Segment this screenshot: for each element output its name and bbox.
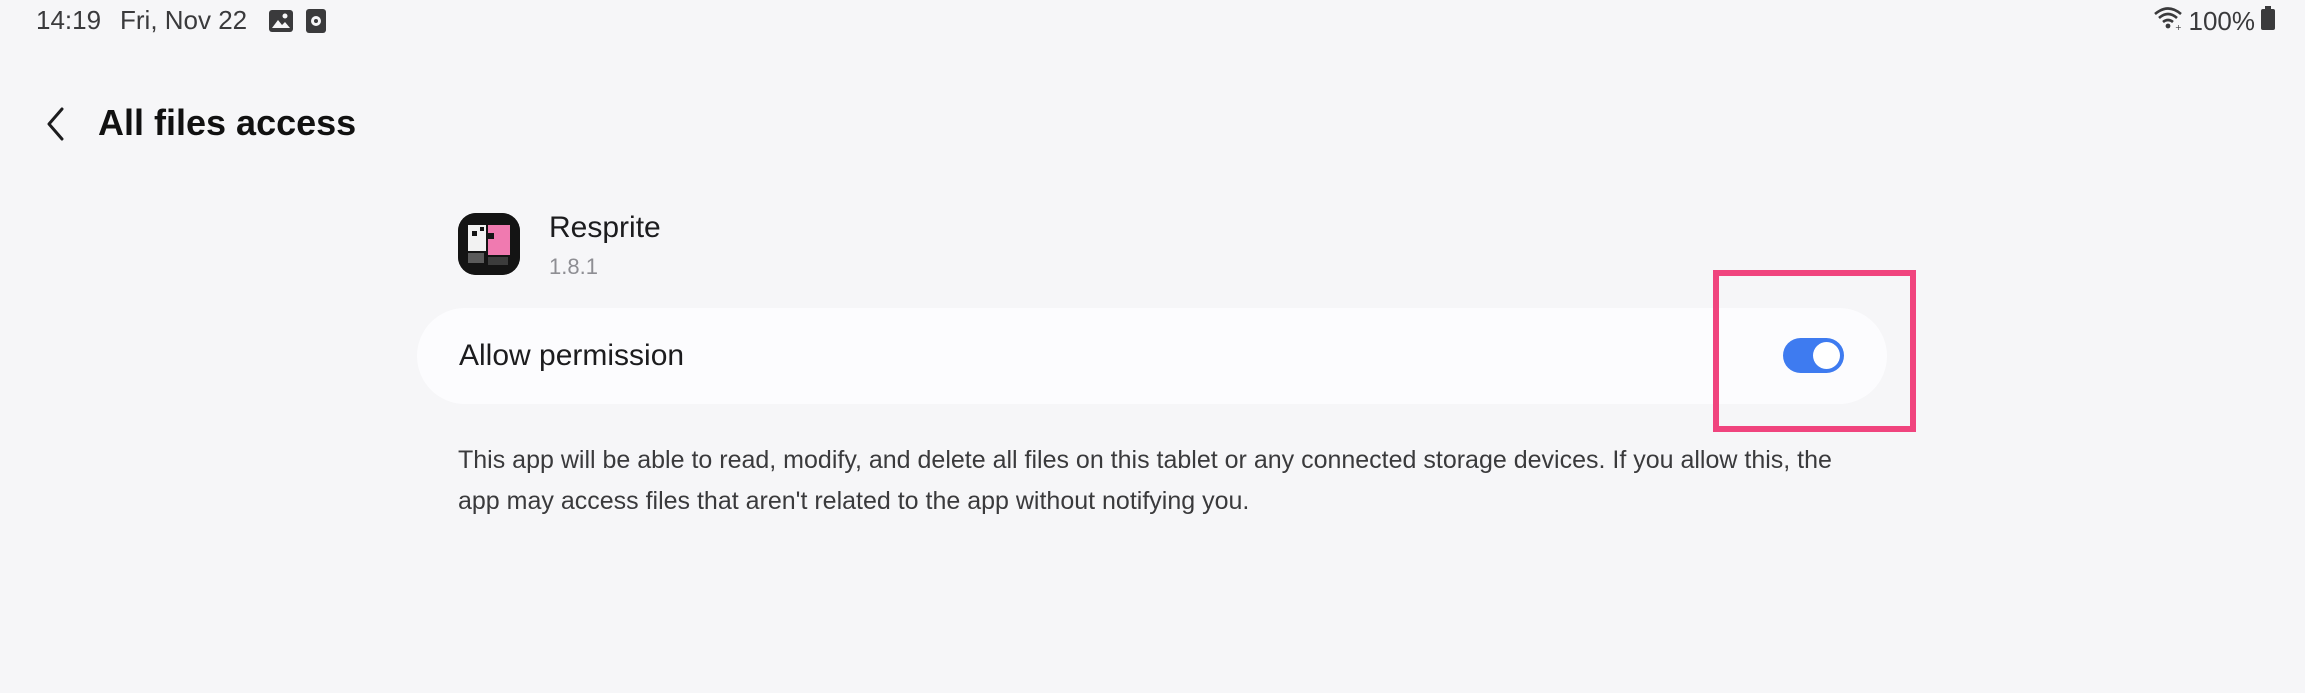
- resprite-app-icon: [458, 213, 520, 275]
- page-title: All files access: [98, 102, 357, 143]
- status-right: + 100%: [2153, 5, 2275, 38]
- status-date: Fri, Nov 22: [120, 5, 248, 35]
- status-bar: 14:19 Fri, Nov 22 + 100%: [0, 0, 2305, 44]
- svg-text:+: +: [2175, 23, 2182, 31]
- battery-icon: [2261, 6, 2275, 37]
- toggle-knob: [1813, 342, 1840, 369]
- image-icon: [268, 8, 294, 34]
- app-version: 1.8.1: [549, 254, 598, 279]
- battery-text: 100%: [2188, 6, 2256, 36]
- back-button[interactable]: [30, 100, 82, 152]
- app-name: Resprite: [549, 211, 661, 244]
- allow-permission-row[interactable]: Allow permission: [417, 308, 1887, 404]
- status-time: 14:19: [36, 5, 102, 35]
- wifi-icon: +: [2153, 5, 2183, 38]
- allow-permission-label: Allow permission: [459, 339, 685, 372]
- allow-permission-toggle[interactable]: [1783, 338, 1844, 373]
- chevron-left-icon: [44, 106, 68, 147]
- media-icon: [303, 8, 329, 34]
- permission-description: This app will be able to read, modify, a…: [458, 446, 1832, 515]
